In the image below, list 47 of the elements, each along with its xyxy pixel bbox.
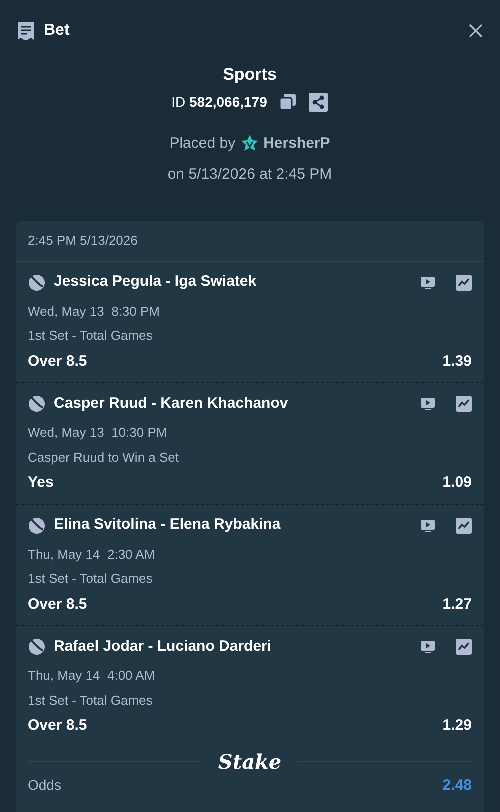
match-title: Elina Svitolina - Elena Rybakina bbox=[54, 515, 282, 536]
selection: Over 8.5 bbox=[28, 594, 88, 614]
close-icon[interactable] bbox=[468, 23, 484, 39]
receipt-icon bbox=[16, 21, 36, 41]
star-badge-icon bbox=[240, 134, 260, 154]
match-date: Thu, May 14 2:30 AM bbox=[28, 546, 156, 564]
market-name: 1st Set - Total Games bbox=[28, 570, 154, 588]
leg-odds: 1.27 bbox=[442, 594, 472, 614]
market-name: 1st Set - Total Games bbox=[28, 327, 154, 345]
total-odds: 2.48 bbox=[442, 776, 472, 796]
slip-timestamp: 2:45 PM 5/13/2026 bbox=[28, 232, 138, 248]
market-name: 1st Set - Total Games bbox=[28, 692, 154, 710]
tennis-ball-icon bbox=[28, 638, 46, 656]
tennis-ball-icon bbox=[28, 274, 46, 292]
placed-by-label: Placed by bbox=[170, 134, 236, 154]
market-name: Casper Ruud to Win a Set bbox=[28, 448, 180, 467]
tennis-ball-icon bbox=[28, 516, 46, 534]
tennis-ball-icon bbox=[28, 395, 46, 413]
stats-chart-icon[interactable] bbox=[456, 639, 472, 655]
live-stream-icon[interactable] bbox=[420, 640, 436, 654]
panel-title: Bet bbox=[44, 21, 71, 41]
share-icon[interactable] bbox=[309, 92, 328, 112]
bet-category: Sports bbox=[223, 64, 277, 86]
bet-id: ID 582,066,179 bbox=[172, 92, 268, 112]
leg-odds: 1.09 bbox=[442, 473, 472, 493]
odds-label: Odds bbox=[28, 776, 62, 794]
stats-chart-icon[interactable] bbox=[456, 396, 472, 412]
live-stream-icon[interactable] bbox=[420, 518, 436, 532]
match-date: Wed, May 13 10:30 PM bbox=[28, 424, 168, 442]
brand-logo: Stake bbox=[218, 748, 282, 774]
stats-chart-icon[interactable] bbox=[456, 518, 472, 534]
match-date: Thu, May 14 4:00 AM bbox=[28, 667, 156, 685]
match-date: Wed, May 13 8:30 PM bbox=[28, 302, 161, 321]
selection: Over 8.5 bbox=[28, 716, 88, 736]
match-title: Casper Ruud - Karen Khachanov bbox=[54, 394, 290, 414]
selection: Over 8.5 bbox=[28, 352, 88, 372]
stats-chart-icon[interactable] bbox=[456, 274, 472, 290]
match-title: Rafael Jodar - Luciano Darderi bbox=[54, 636, 273, 657]
match-title: Jessica Pegula - Iga Swiatek bbox=[54, 272, 258, 292]
selection: Yes bbox=[28, 473, 54, 493]
leg-odds: 1.39 bbox=[442, 352, 472, 372]
live-stream-icon[interactable] bbox=[420, 397, 436, 411]
username[interactable]: HersherP bbox=[264, 132, 330, 155]
placed-date: on 5/13/2026 at 2:45 PM bbox=[168, 165, 332, 185]
live-stream-icon[interactable] bbox=[420, 276, 436, 290]
leg-odds: 1.29 bbox=[442, 716, 472, 736]
copy-icon[interactable] bbox=[279, 93, 298, 111]
